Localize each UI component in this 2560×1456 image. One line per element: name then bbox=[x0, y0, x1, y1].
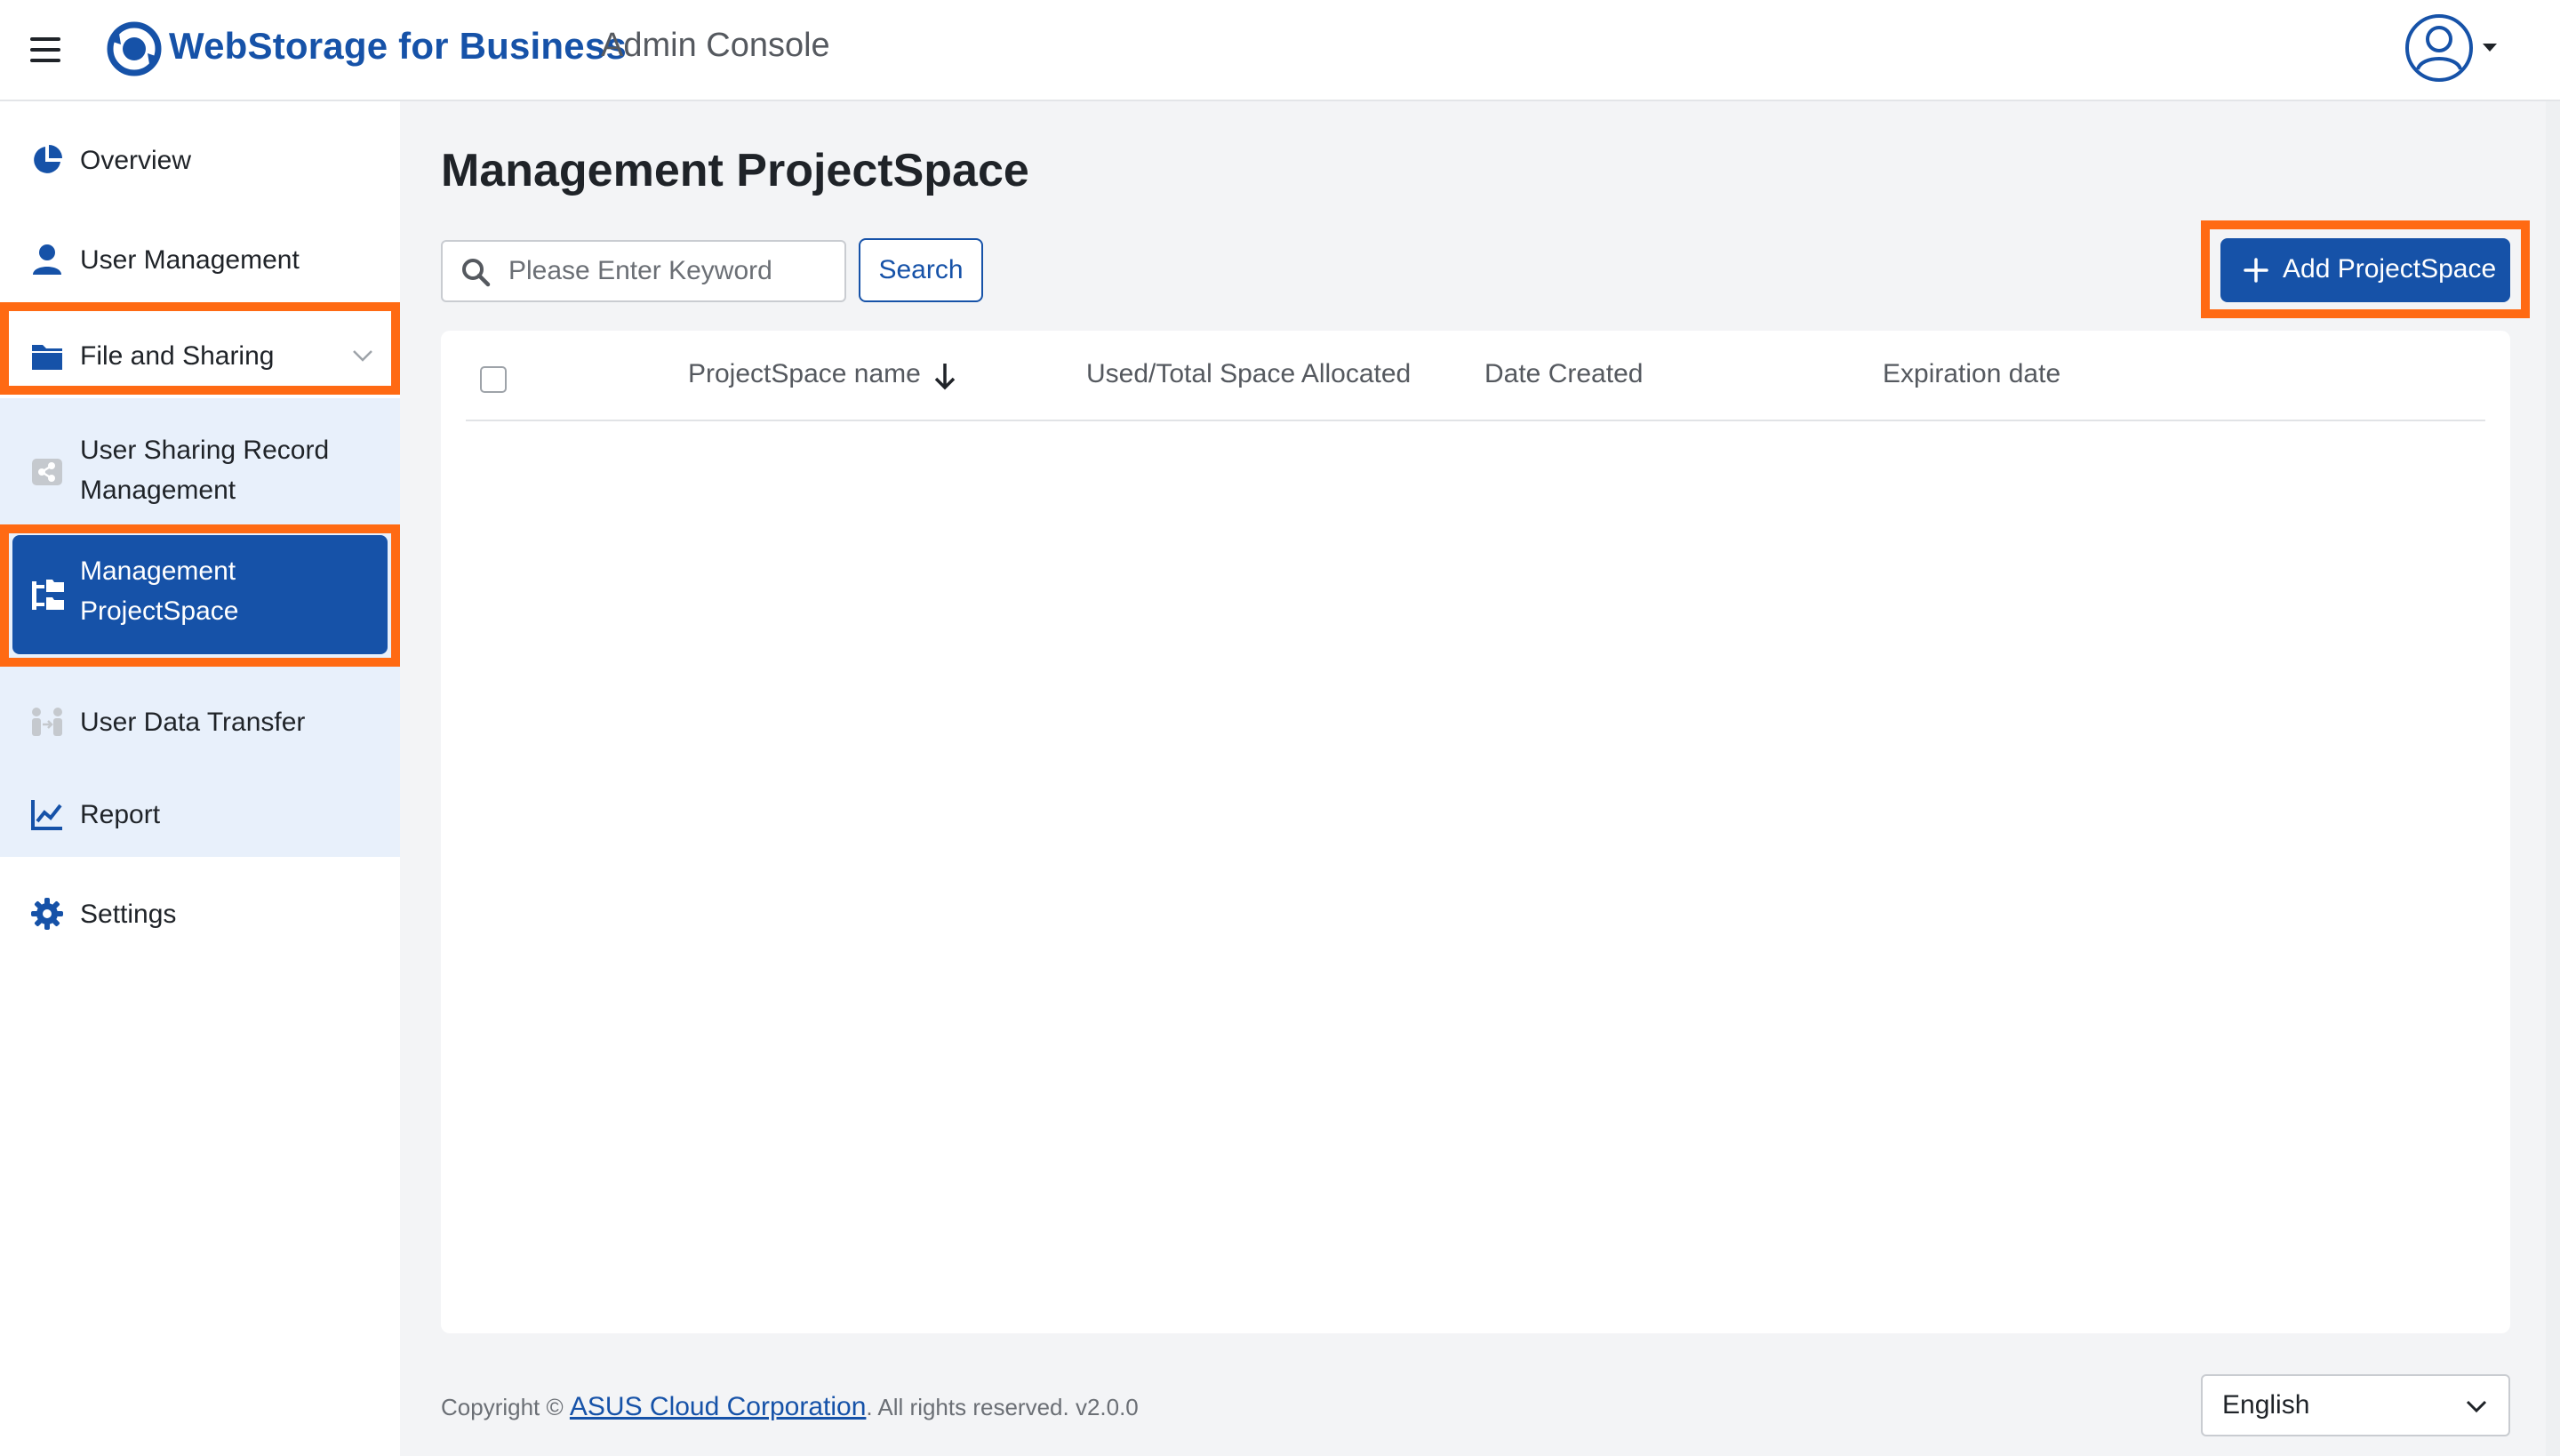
search-field[interactable] bbox=[441, 240, 846, 302]
select-all-checkbox[interactable] bbox=[480, 366, 507, 393]
search-input[interactable] bbox=[508, 251, 837, 292]
chevron-down-icon[interactable] bbox=[2482, 43, 2498, 53]
console-subtitle: Admin Console bbox=[601, 27, 830, 64]
column-header-projectspace-name[interactable]: ProjectSpace name bbox=[688, 359, 921, 389]
projectspace-table: ProjectSpace name Used/Total Space Alloc… bbox=[441, 331, 2510, 1333]
project-tree-icon bbox=[32, 580, 64, 610]
footer-copyright: Copyright © ASUS Cloud Corporation. All … bbox=[441, 1392, 1139, 1422]
plus-icon bbox=[2244, 258, 2268, 283]
sort-descending-icon[interactable] bbox=[932, 361, 958, 391]
copyright-suffix: . All rights reserved. v2.0.0 bbox=[866, 1394, 1139, 1420]
pie-chart-icon bbox=[34, 145, 62, 173]
page-title: Management ProjectSpace bbox=[441, 145, 1029, 196]
sidebar-item-label: File and Sharing bbox=[80, 341, 275, 371]
sidebar-item-label: Report bbox=[80, 799, 161, 829]
chevron-down-icon bbox=[353, 350, 372, 362]
hamburger-menu-icon[interactable] bbox=[30, 37, 60, 64]
sidebar-item-label: User Management bbox=[80, 244, 300, 275]
share-icon bbox=[32, 459, 62, 485]
gear-icon bbox=[31, 898, 63, 930]
page-scrollbar-track[interactable] bbox=[2546, 101, 2560, 1456]
sidebar-item-file-and-sharing[interactable]: File and Sharing bbox=[0, 315, 400, 398]
sidebar-item-label: Settings bbox=[80, 899, 177, 929]
sidebar-item-user-data-transfer[interactable]: User Data Transfer bbox=[0, 688, 400, 756]
user-transfer-icon bbox=[32, 708, 62, 736]
person-icon bbox=[33, 244, 61, 275]
add-projectspace-label: Add ProjectSpace bbox=[2283, 254, 2497, 284]
company-link[interactable]: ASUS Cloud Corporation bbox=[570, 1392, 867, 1421]
sidebar-item-label: ProjectSpace bbox=[80, 596, 239, 626]
sidebar-item-label: Management bbox=[80, 476, 236, 505]
language-value: English bbox=[2222, 1390, 2310, 1420]
top-header: WebStorage for Business Admin Console bbox=[0, 0, 2560, 101]
sidebar-item-label: User Data Transfer bbox=[80, 707, 306, 737]
line-chart-icon bbox=[31, 800, 62, 830]
sidebar-item-label: User Sharing Record bbox=[80, 436, 330, 465]
sidebar-item-settings[interactable]: Settings bbox=[0, 887, 400, 940]
sidebar-item-user-management[interactable]: User Management bbox=[0, 233, 400, 286]
table-header: ProjectSpace name Used/Total Space Alloc… bbox=[466, 331, 2485, 421]
column-header-expiration-date[interactable]: Expiration date bbox=[1883, 359, 2060, 389]
search-button[interactable]: Search bbox=[859, 238, 983, 302]
sidebar-item-management-projectspace[interactable]: Management ProjectSpace bbox=[12, 535, 388, 654]
column-header-used-total-space[interactable]: Used/Total Space Allocated bbox=[1086, 359, 1411, 389]
folder-icon bbox=[32, 345, 62, 370]
brand-name: WebStorage for Business bbox=[169, 25, 627, 67]
copyright-prefix: Copyright © bbox=[441, 1394, 564, 1420]
add-projectspace-button[interactable]: Add ProjectSpace bbox=[2220, 238, 2510, 302]
column-header-date-created[interactable]: Date Created bbox=[1484, 359, 1643, 389]
chevron-down-icon bbox=[2466, 1400, 2487, 1413]
sidebar-item-overview[interactable]: Overview bbox=[0, 133, 400, 187]
sidebar: Overview User Management File and Sharin… bbox=[0, 101, 400, 1456]
language-select[interactable]: English bbox=[2201, 1374, 2510, 1436]
sidebar-item-user-sharing-record[interactable]: User Sharing Record Management bbox=[0, 420, 400, 526]
user-avatar-icon[interactable] bbox=[2404, 12, 2475, 84]
sidebar-item-label: Management bbox=[80, 556, 236, 586]
webstorage-logo-icon bbox=[107, 21, 162, 76]
search-icon bbox=[462, 259, 491, 287]
sidebar-item-label: Overview bbox=[80, 145, 192, 175]
sidebar-item-report[interactable]: Report bbox=[0, 788, 400, 841]
